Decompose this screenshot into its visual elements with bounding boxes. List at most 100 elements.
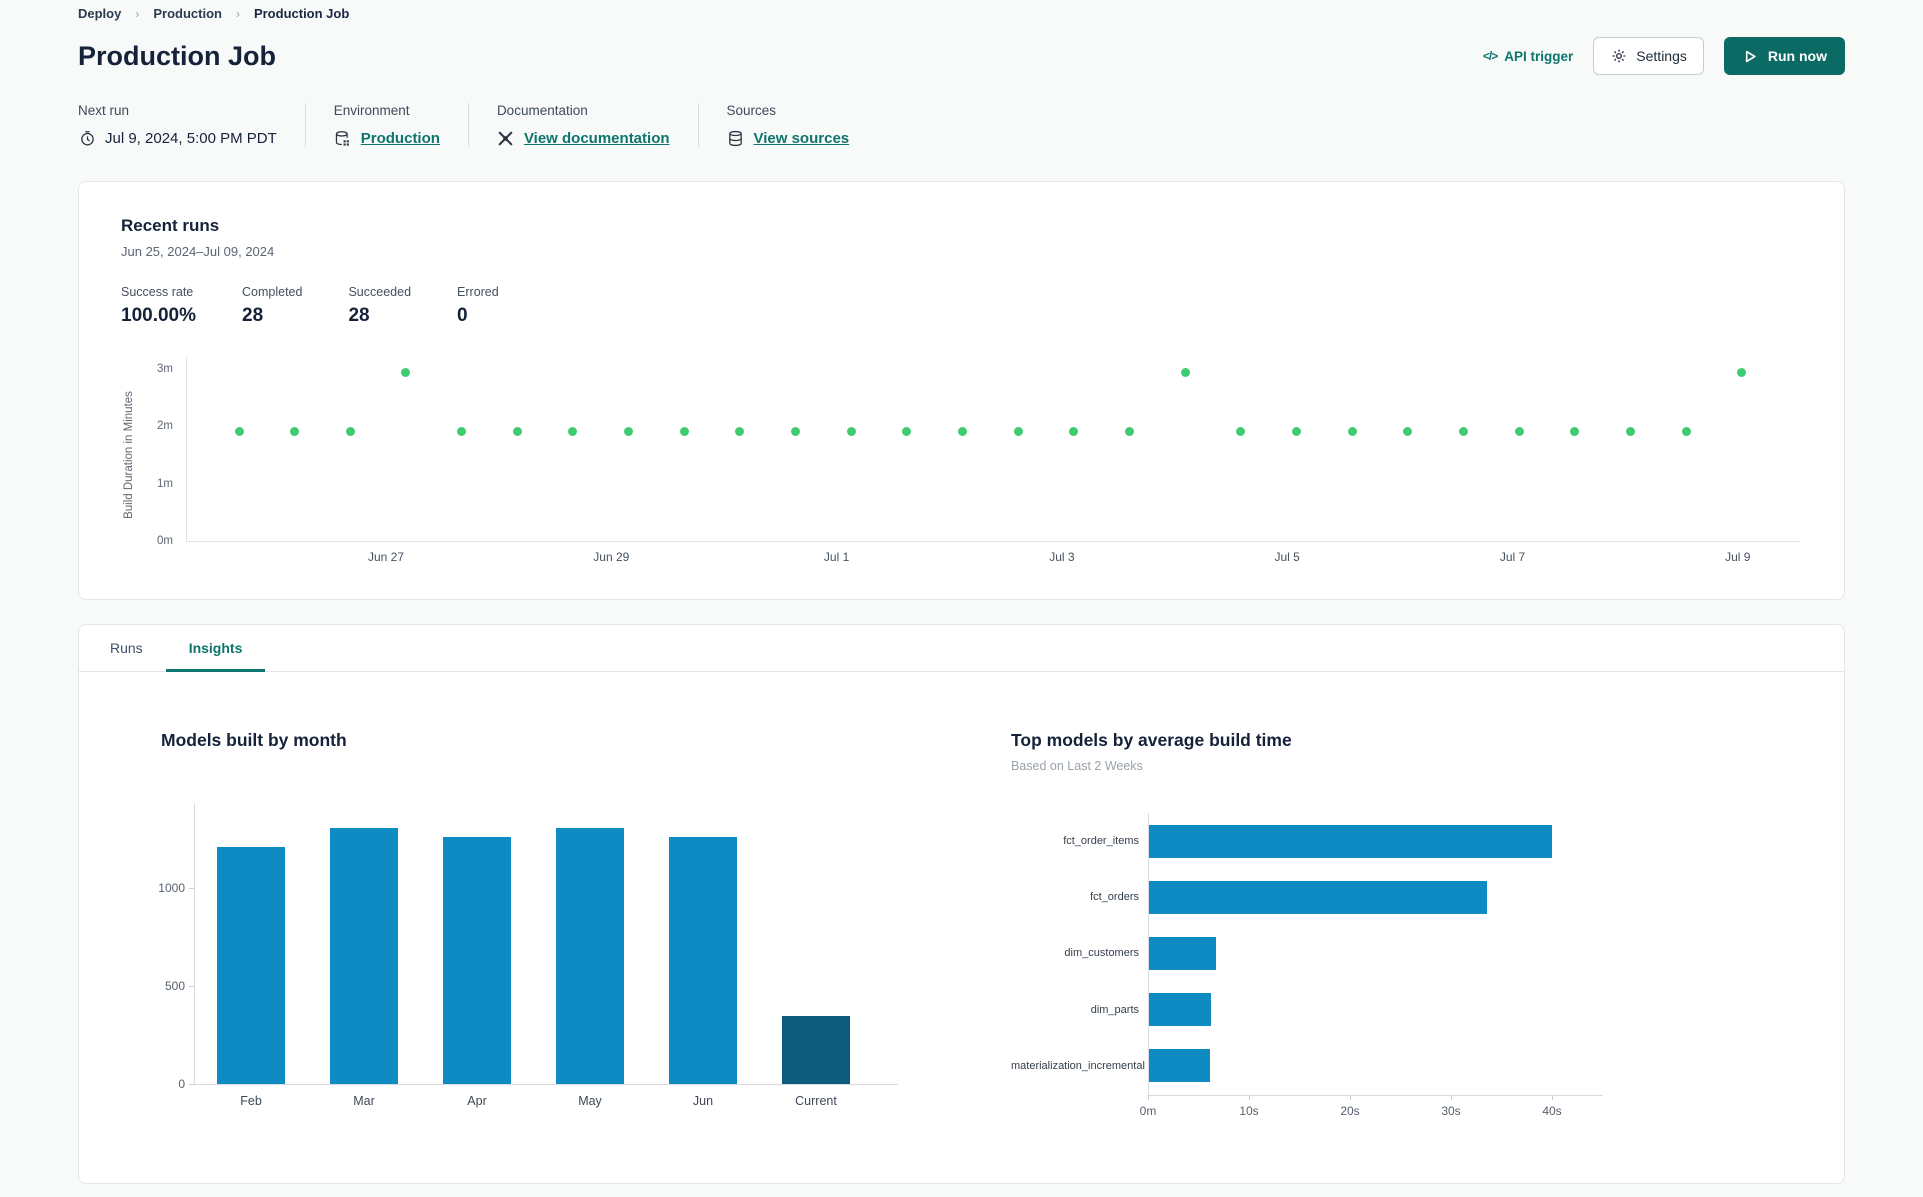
y-tick-label: 3m (157, 363, 173, 376)
x-axis (1148, 1095, 1603, 1096)
run-dot[interactable] (1514, 426, 1524, 436)
run-dot[interactable] (1681, 426, 1691, 436)
breadcrumb-production-job: Production Job (253, 6, 350, 21)
page-title: Production Job (78, 40, 276, 71)
breadcrumb-production[interactable]: Production (153, 6, 222, 21)
models-built-by-month-chart: 0 500 1000 Feb Mar Apr May Jun Current (158, 797, 961, 1119)
x-tick-label: 20s (1340, 1104, 1360, 1118)
run-now-button[interactable]: Run now (1723, 37, 1845, 75)
run-dot[interactable] (958, 426, 968, 436)
run-dot[interactable] (679, 426, 689, 436)
y-tick-mark (189, 986, 194, 987)
bar-fct_order_items[interactable] (1149, 824, 1552, 858)
insights-panel: Models built by month 0 500 1000 Feb Mar Apr M… (79, 672, 1844, 1125)
api-trigger-link[interactable]: </> API trigger (1483, 49, 1573, 64)
run-dot[interactable] (624, 426, 634, 436)
x-tick-label: Mar (353, 1094, 375, 1108)
tab-runs[interactable]: Runs (87, 625, 166, 671)
bar-feb[interactable] (217, 846, 285, 1084)
tab-insights[interactable]: Insights (165, 625, 266, 672)
top-models-build-time-chart: fct_order_items fct_orders dim_customers di… (1011, 813, 1631, 1125)
recent-runs-card: Recent runs Jun 25, 2024–Jul 09, 2024 Su… (78, 181, 1845, 600)
run-now-label: Run now (1767, 48, 1827, 64)
bar-current[interactable] (782, 1016, 850, 1084)
run-dot[interactable] (1292, 426, 1302, 436)
run-dot[interactable] (1626, 426, 1635, 436)
chart-subtitle-top-models: Based on Last 2 Weeks (1011, 759, 1143, 773)
bar-dim_customers[interactable] (1149, 936, 1216, 970)
x-tick-label: Feb (240, 1094, 262, 1108)
x-tick-label: Jul 5 (1274, 550, 1300, 564)
run-dot[interactable] (1013, 426, 1023, 436)
x-tick-label: Jul 7 (1499, 550, 1526, 564)
x-tick-label: Jul 1 (823, 550, 850, 564)
run-dot[interactable] (1347, 426, 1357, 436)
x-tick-mark (1350, 1095, 1351, 1100)
x-tick-label: 40s (1542, 1104, 1562, 1118)
gear-icon (1610, 47, 1628, 65)
view-documentation-link[interactable]: View documentation (524, 130, 670, 147)
meta-documentation: Documentation View documentation (467, 103, 698, 147)
bar-dim_parts[interactable] (1149, 993, 1211, 1027)
y-tick-label: 500 (164, 979, 185, 993)
database-icon (727, 129, 745, 147)
recent-runs-stats: Success rate 100.00% Completed 28 Succee… (121, 285, 1802, 327)
models-built-by-month-block: Models built by month 0 500 1000 Feb Mar Apr M… (158, 730, 1011, 1125)
y-tick-label: 0 (178, 1077, 185, 1091)
run-dot[interactable] (791, 426, 801, 436)
active-tab-indicator (165, 669, 266, 672)
run-dot[interactable] (290, 426, 300, 436)
category-label-dim_parts: dim_parts (1090, 1003, 1139, 1016)
recent-runs-date-range: Jun 25, 2024–Jul 09, 2024 (121, 244, 275, 259)
meta-label: Sources (726, 103, 777, 118)
y-tick-label: 2m (157, 420, 173, 433)
plot-area (186, 357, 1801, 542)
x-tick-label: Jul 3 (1049, 550, 1075, 564)
settings-label: Settings (1636, 48, 1687, 64)
x-tick-label: May (578, 1094, 602, 1108)
y-tick-mark (189, 1084, 194, 1085)
run-dot[interactable] (1125, 426, 1135, 436)
tab-bar: Runs Insights (79, 625, 1844, 672)
job-meta-row: Next run Jul 9, 2024, 5:00 PM PDT Enviro… (78, 103, 1845, 147)
meta-environment: Environment Production (304, 103, 468, 147)
stat-succeeded: Succeeded 28 (348, 285, 412, 326)
y-axis (194, 803, 195, 1084)
bar-fct_orders[interactable] (1149, 880, 1488, 914)
environment-link[interactable]: Production (361, 130, 440, 147)
x-tick-mark (1552, 1095, 1553, 1100)
bar-may[interactable] (556, 828, 624, 1084)
run-dot[interactable] (345, 426, 355, 436)
y-tick-label: 1m (157, 477, 173, 490)
meta-label: Documentation (496, 103, 588, 118)
y-tick-mark (189, 888, 194, 889)
dbt-icon (497, 129, 515, 147)
bar-apr[interactable] (443, 837, 511, 1084)
chevron-right-icon: › (235, 6, 240, 21)
run-dot[interactable] (1459, 426, 1469, 436)
category-label-fct_order_items: fct_order_items (1063, 835, 1139, 847)
meta-sources: Sources View sources (697, 103, 878, 147)
chart-title-models-built: Models built by month (161, 730, 347, 750)
breadcrumb: Deploy › Production › Production Job (78, 6, 1845, 21)
category-label-fct_orders: fct_orders (1090, 891, 1139, 904)
breadcrumb-deploy[interactable]: Deploy (78, 6, 121, 21)
bar-mar[interactable] (330, 828, 398, 1084)
x-tick-label: 10s (1239, 1104, 1259, 1118)
top-models-block: Top models by average build time Based o… (1011, 730, 1711, 1125)
x-tick-label: 0m (1139, 1104, 1157, 1118)
y-tick-label: 0m (157, 535, 173, 547)
view-sources-link[interactable]: View sources (754, 130, 850, 147)
run-dot[interactable] (457, 426, 467, 436)
run-dot[interactable] (846, 426, 856, 436)
chart-title-top-models: Top models by average build time (1011, 730, 1292, 750)
x-tick-label: Jun 27 (367, 550, 405, 564)
page: Deploy › Production › Production Job Pro… (78, 0, 1845, 1184)
run-dot[interactable] (512, 426, 522, 436)
bar-materialization_incremental[interactable] (1149, 1049, 1210, 1083)
code-icon: </> (1482, 49, 1498, 63)
run-dot[interactable] (234, 426, 244, 436)
bar-jun[interactable] (669, 837, 737, 1084)
settings-button[interactable]: Settings (1593, 37, 1704, 75)
x-tick-mark (1148, 1095, 1149, 1100)
